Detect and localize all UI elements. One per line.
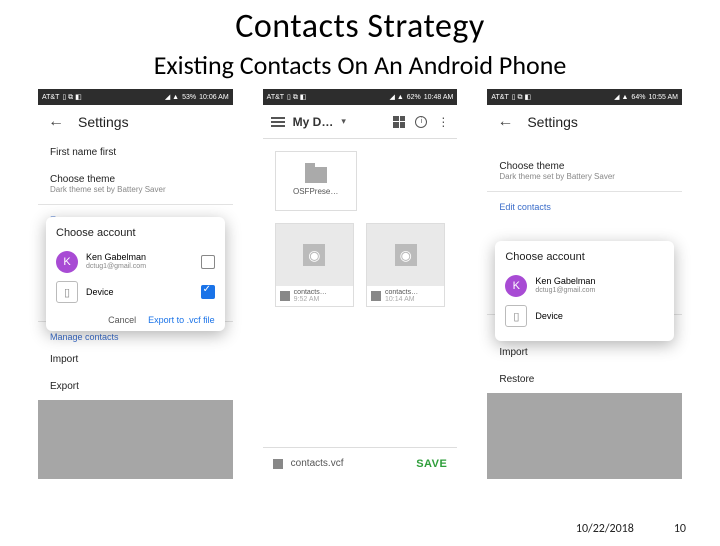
device-label: Device [86,287,114,298]
account-name: Ken Gabelman [535,276,595,287]
device-icon: ▯ [505,305,527,327]
screenshot-google-drive: AT&T ▯ ⧉ ◧ ◢ ▲ 62% 10:48 AM My D… ▾ i ⋮ … [263,89,458,479]
save-bar: contacts.vcf SAVE [263,447,458,479]
hamburger-menu-icon[interactable] [271,117,285,127]
save-button[interactable]: SAVE [416,458,447,470]
setting-restore[interactable]: Restore [487,366,682,393]
status-bar: AT&T ▯ ⧉ ◧ ◢ ▲ 64% 10:55 AM [487,89,682,105]
checkbox-checked-icon[interactable] [201,285,215,299]
account-option-google[interactable]: K Ken Gabelman dctug1@gmail.com [505,271,664,301]
overflow-menu-icon[interactable]: ⋮ [437,119,449,125]
clock-label: 10:55 AM [648,94,678,101]
contact-file-icon [371,291,381,301]
contact-file-icon [280,291,290,301]
setting-choose-theme[interactable]: Choose theme [38,166,233,185]
account-email: dctug1@gmail.com [535,287,595,295]
status-bar: AT&T ▯ ⧉ ◧ ◢ ▲ 62% 10:48 AM [263,89,458,105]
slide-title: Contacts Strategy [0,6,720,47]
signal-icon: ◢ ▲ [165,93,179,101]
divider [38,204,233,205]
screenshot-export-contacts: AT&T ▯ ⧉ ◧ ◢ ▲ 53% 10:06 AM ← Settings F… [38,89,233,479]
signal-icon: ◢ ▲ [389,93,403,101]
app-bar: ← Settings [38,105,233,139]
status-icons: ▯ ⧉ ◧ [287,93,306,102]
slide-number: 10 [674,522,686,536]
account-option-google[interactable]: K Ken Gabelman dctug1@gmail.com [56,247,215,277]
checkbox-unchecked-icon[interactable] [201,255,215,269]
choose-account-dialog: Choose account K Ken Gabelman dctug1@gma… [495,241,674,341]
carrier-label: AT&T [42,94,59,101]
status-icons: ▯ ⧉ ◧ [62,93,81,102]
divider [487,191,682,192]
setting-export[interactable]: Export [38,373,233,400]
carrier-label: AT&T [491,94,508,101]
carrier-label: AT&T [267,94,284,101]
folder-icon [305,167,327,183]
drive-folder-dropdown[interactable]: My D… [293,115,334,129]
contact-file-icon: ◉ [303,244,325,266]
page-title: Settings [78,114,129,130]
dialog-title: Choose account [505,251,664,263]
file-name: contacts… [385,289,418,296]
file-tile[interactable]: ◉ contacts… 9:52 AM [275,223,354,307]
contact-file-icon [273,459,283,469]
file-time: 9:52 AM [294,296,327,303]
status-bar: AT&T ▯ ⧉ ◧ ◢ ▲ 53% 10:06 AM [38,89,233,105]
choose-account-dialog: Choose account K Ken Gabelman dctug1@gma… [46,217,225,331]
battery-label: 64% [631,94,645,101]
export-vcf-button[interactable]: Export to .vcf file [148,315,215,325]
info-icon[interactable]: i [415,116,427,128]
status-icons: ▯ ⧉ ◧ [512,93,531,102]
page-title: Settings [527,114,578,130]
setting-choose-theme[interactable]: Choose theme [487,153,682,172]
battery-label: 53% [182,94,196,101]
theme-subtitle: Dark theme set by Battery Saver [38,185,233,202]
theme-subtitle: Dark theme set by Battery Saver [487,172,682,189]
setting-sort-order[interactable]: First name first [38,139,233,166]
account-email: dctug1@gmail.com [86,263,146,271]
file-time: 10:14 AM [385,296,418,303]
dialog-title: Choose account [56,227,215,239]
slide-subtitle: Existing Contacts On An Android Phone [0,49,720,81]
back-arrow-icon[interactable]: ← [497,113,513,131]
drive-app-bar: My D… ▾ i ⋮ [263,105,458,139]
folder-name: OSFPrese… [293,187,338,196]
avatar: K [505,275,527,297]
section-edit-contacts: Edit contacts [487,194,682,216]
avatar: K [56,251,78,273]
file-tile[interactable]: ◉ contacts… 10:14 AM [366,223,445,307]
account-option-device[interactable]: ▯ Device [505,301,664,331]
slide-date: 10/22/2018 [576,522,634,536]
device-label: Device [535,311,563,322]
signal-icon: ◢ ▲ [614,93,628,101]
save-filename-input[interactable]: contacts.vcf [291,458,344,469]
screenshot-import-contacts: AT&T ▯ ⧉ ◧ ◢ ▲ 64% 10:55 AM ← Settings C… [487,89,682,479]
setting-import[interactable]: Import [487,339,682,366]
contact-file-icon: ◉ [395,244,417,266]
account-option-device[interactable]: ▯ Device [56,277,215,307]
folder-tile[interactable]: OSFPrese… [275,151,357,211]
file-name: contacts… [294,289,327,296]
device-icon: ▯ [56,281,78,303]
app-bar: ← Settings [487,105,682,139]
battery-label: 62% [407,94,421,101]
back-arrow-icon[interactable]: ← [48,113,64,131]
clock-label: 10:48 AM [424,94,454,101]
chevron-down-icon[interactable]: ▾ [341,116,346,127]
list-view-icon[interactable] [393,116,405,128]
cancel-button[interactable]: Cancel [108,315,136,325]
clock-label: 10:06 AM [199,94,229,101]
account-name: Ken Gabelman [86,252,146,263]
setting-import[interactable]: Import [38,346,233,373]
